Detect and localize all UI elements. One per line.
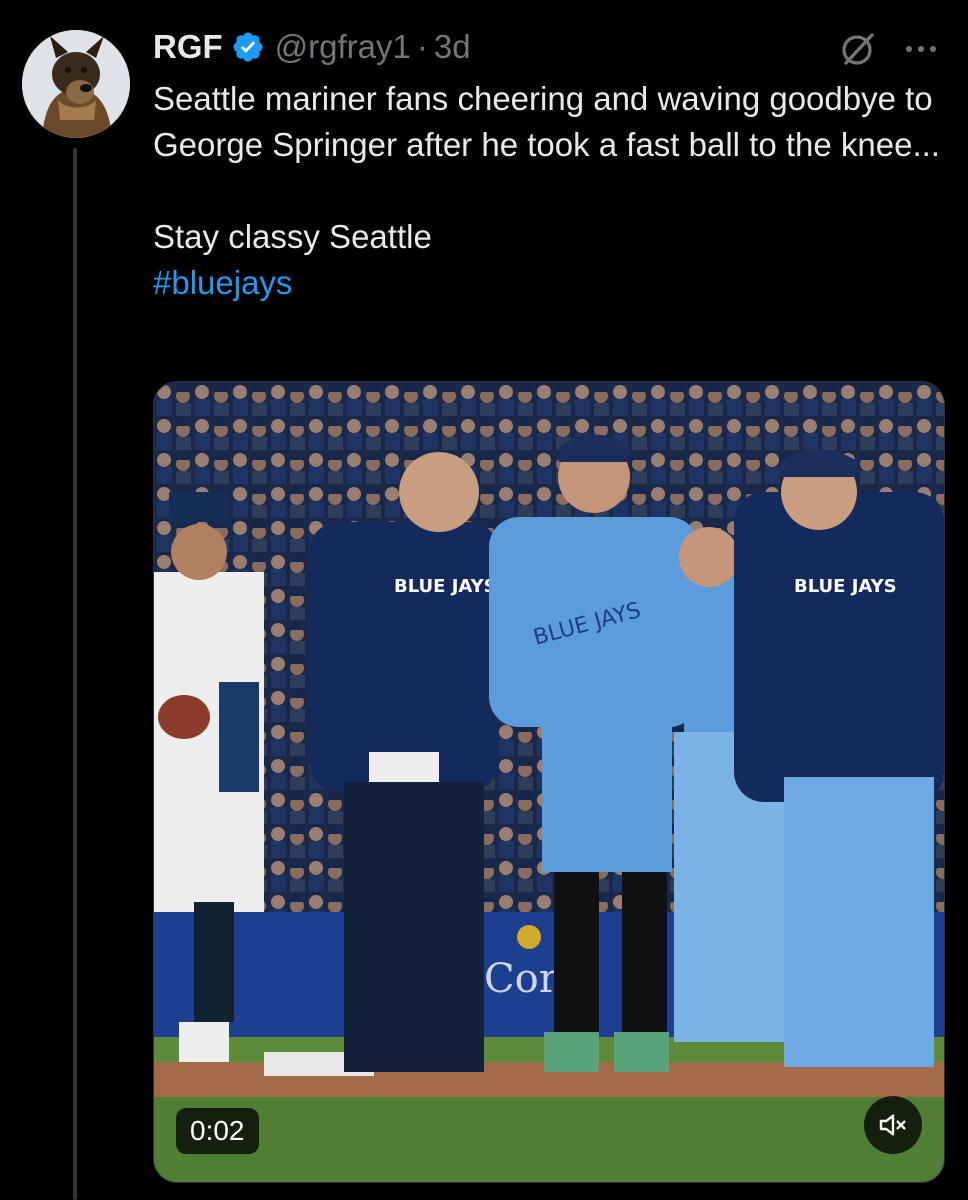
thread-line xyxy=(73,148,77,1200)
tweet-header: RGF @rgfray1 · 3d xyxy=(153,24,471,70)
author-handle[interactable]: @rgfray1 xyxy=(275,28,411,66)
hashtag-link[interactable]: #bluejays xyxy=(153,264,292,301)
header-actions xyxy=(838,28,936,70)
svg-text:BLUE JAYS: BLUE JAYS xyxy=(794,576,897,597)
volume-muted-icon[interactable] xyxy=(864,1096,922,1154)
video-player[interactable]: Coro BLUE JAYS BLUE JAYS BLUE JAYS 0:02 xyxy=(153,381,945,1183)
avatar[interactable] xyxy=(22,30,130,138)
tweet[interactable]: RGF @rgfray1 · 3d Seattle mariner fans c… xyxy=(0,0,968,1200)
author-name[interactable]: RGF xyxy=(153,28,223,66)
separator-dot: · xyxy=(416,28,428,65)
tweet-text-tagline: Stay classy Seattle xyxy=(153,218,432,255)
grok-icon[interactable] xyxy=(838,29,878,69)
more-options-icon[interactable] xyxy=(906,29,936,69)
avatar-dog-image xyxy=(22,30,130,138)
tweet-timestamp[interactable]: 3d xyxy=(434,28,471,66)
verified-badge-icon xyxy=(231,30,265,64)
svg-text:BLUE JAYS: BLUE JAYS xyxy=(394,576,497,597)
tweet-text-body: Seattle mariner fans cheering and waving… xyxy=(153,80,940,163)
video-duration: 0:02 xyxy=(176,1108,259,1154)
tweet-text: Seattle mariner fans cheering and waving… xyxy=(153,76,953,306)
video-frame: Coro BLUE JAYS BLUE JAYS BLUE JAYS xyxy=(154,382,944,1182)
